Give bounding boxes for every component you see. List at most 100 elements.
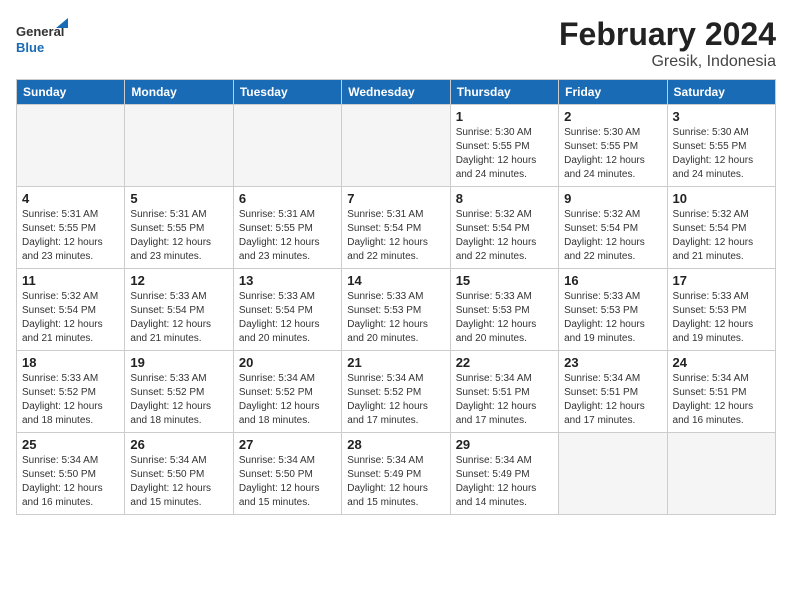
table-row: 5 Sunrise: 5:31 AMSunset: 5:55 PMDaylight…: [125, 187, 233, 269]
table-row: 26Sunrise: 5:34 AMSunset: 5:50 PMDayligh…: [125, 433, 233, 515]
col-friday: Friday: [559, 80, 667, 105]
table-row: [667, 433, 775, 515]
day-info: Sunrise: 5:34 AMSunset: 5:52 PMDaylight:…: [347, 372, 444, 428]
day-number: 18: [22, 355, 119, 370]
col-saturday: Saturday: [667, 80, 775, 105]
svg-text:Blue: Blue: [16, 40, 44, 55]
day-number: 16: [564, 273, 661, 288]
day-number: 15: [456, 273, 553, 288]
day-number: 4: [22, 191, 119, 206]
day-number: 2: [564, 109, 661, 124]
table-row: 14 Sunrise: 5:33 AMSunset: 5:53 PMDayligh…: [342, 269, 450, 351]
day-info: Sunrise: 5:31 AMSunset: 5:55 PMDaylight:…: [239, 208, 336, 264]
calendar-table: Sunday Monday Tuesday Wednesday Thursday…: [16, 79, 776, 515]
day-info: Sunrise: 5:34 AMSunset: 5:50 PMDaylight:…: [130, 454, 227, 510]
day-number: 6: [239, 191, 336, 206]
col-wednesday: Wednesday: [342, 80, 450, 105]
calendar-header-row: Sunday Monday Tuesday Wednesday Thursday…: [17, 80, 776, 105]
table-row: 3 Sunrise: 5:30 AMSunset: 5:55 PMDaylight…: [667, 105, 775, 187]
page-header: General Blue February 2024 Gresik, Indon…: [16, 16, 776, 71]
calendar-week-row: 25 Sunrise: 5:34 AMSunset: 5:50 PMDayligh…: [17, 433, 776, 515]
table-row: 7 Sunrise: 5:31 AMSunset: 5:54 PMDaylight…: [342, 187, 450, 269]
day-info: Sunrise: 5:33 AMSunset: 5:53 PMDaylight:…: [347, 290, 444, 346]
day-info: Sunrise: 5:32 AMSunset: 5:54 PMDaylight:…: [673, 208, 770, 264]
table-row: 8 Sunrise: 5:32 AMSunset: 5:54 PMDaylight…: [450, 187, 558, 269]
day-number: 21: [347, 355, 444, 370]
table-row: 21 Sunrise: 5:34 AMSunset: 5:52 PMDayligh…: [342, 351, 450, 433]
day-info: Sunrise: 5:33 AMSunset: 5:52 PMDaylight:…: [130, 372, 227, 428]
day-number: 23: [564, 355, 661, 370]
table-row: 28Sunrise: 5:34 AMSunset: 5:49 PMDayligh…: [342, 433, 450, 515]
col-sunday: Sunday: [17, 80, 125, 105]
day-info: Sunrise: 5:34 AMSunset: 5:49 PMDaylight:…: [347, 454, 444, 510]
day-number: 24: [673, 355, 770, 370]
day-info: Sunrise: 5:30 AMSunset: 5:55 PMDaylight:…: [564, 126, 661, 182]
day-info: Sunrise: 5:33 AMSunset: 5:52 PMDaylight:…: [22, 372, 119, 428]
title-block: February 2024 Gresik, Indonesia: [559, 16, 776, 71]
day-number: 9: [564, 191, 661, 206]
day-info: Sunrise: 5:31 AMSunset: 5:55 PMDaylight:…: [130, 208, 227, 264]
day-number: 13: [239, 273, 336, 288]
day-number: 7: [347, 191, 444, 206]
table-row: 20 Sunrise: 5:34 AMSunset: 5:52 PMDayligh…: [233, 351, 341, 433]
table-row: 10 Sunrise: 5:32 AMSunset: 5:54 PMDayligh…: [667, 187, 775, 269]
day-info: Sunrise: 5:34 AMSunset: 5:49 PMDaylight:…: [456, 454, 553, 510]
day-info: Sunrise: 5:34 AMSunset: 5:51 PMDaylight:…: [564, 372, 661, 428]
table-row: 9 Sunrise: 5:32 AMSunset: 5:54 PMDaylight…: [559, 187, 667, 269]
table-row: 27Sunrise: 5:34 AMSunset: 5:50 PMDayligh…: [233, 433, 341, 515]
day-info: Sunrise: 5:34 AMSunset: 5:50 PMDaylight:…: [22, 454, 119, 510]
day-number: 20: [239, 355, 336, 370]
calendar-week-row: 1 Sunrise: 5:30 AMSunset: 5:55 PMDaylight…: [17, 105, 776, 187]
day-info: Sunrise: 5:33 AMSunset: 5:53 PMDaylight:…: [456, 290, 553, 346]
table-row: 29 Sunrise: 5:34 AMSunset: 5:49 PMDayligh…: [450, 433, 558, 515]
calendar-week-row: 18 Sunrise: 5:33 AMSunset: 5:52 PMDayligh…: [17, 351, 776, 433]
table-row: [17, 105, 125, 187]
svg-text:General: General: [16, 24, 64, 39]
logo: General Blue: [16, 16, 76, 69]
day-number: 12: [130, 273, 227, 288]
col-thursday: Thursday: [450, 80, 558, 105]
day-number: 5: [130, 191, 227, 206]
day-number: 25: [22, 437, 119, 452]
table-row: 4 Sunrise: 5:31 AMSunset: 5:55 PMDaylight…: [17, 187, 125, 269]
table-row: [342, 105, 450, 187]
day-number: 14: [347, 273, 444, 288]
day-info: Sunrise: 5:32 AMSunset: 5:54 PMDaylight:…: [564, 208, 661, 264]
day-info: Sunrise: 5:34 AMSunset: 5:51 PMDaylight:…: [673, 372, 770, 428]
day-number: 11: [22, 273, 119, 288]
day-number: 27: [239, 437, 336, 452]
table-row: 22 Sunrise: 5:34 AMSunset: 5:51 PMDayligh…: [450, 351, 558, 433]
day-number: 8: [456, 191, 553, 206]
table-row: 2 Sunrise: 5:30 AMSunset: 5:55 PMDaylight…: [559, 105, 667, 187]
table-row: 17 Sunrise: 5:33 AMSunset: 5:53 PMDayligh…: [667, 269, 775, 351]
day-info: Sunrise: 5:34 AMSunset: 5:51 PMDaylight:…: [456, 372, 553, 428]
table-row: [125, 105, 233, 187]
day-number: 22: [456, 355, 553, 370]
table-row: 18 Sunrise: 5:33 AMSunset: 5:52 PMDayligh…: [17, 351, 125, 433]
table-row: 16Sunrise: 5:33 AMSunset: 5:53 PMDayligh…: [559, 269, 667, 351]
day-info: Sunrise: 5:30 AMSunset: 5:55 PMDaylight:…: [456, 126, 553, 182]
table-row: 19Sunrise: 5:33 AMSunset: 5:52 PMDayligh…: [125, 351, 233, 433]
day-number: 10: [673, 191, 770, 206]
day-number: 17: [673, 273, 770, 288]
day-info: Sunrise: 5:32 AMSunset: 5:54 PMDaylight:…: [456, 208, 553, 264]
day-info: Sunrise: 5:31 AMSunset: 5:54 PMDaylight:…: [347, 208, 444, 264]
table-row: 25 Sunrise: 5:34 AMSunset: 5:50 PMDayligh…: [17, 433, 125, 515]
day-number: 3: [673, 109, 770, 124]
logo-svg: General Blue: [16, 16, 76, 64]
calendar-week-row: 4 Sunrise: 5:31 AMSunset: 5:55 PMDaylight…: [17, 187, 776, 269]
table-row: 24 Sunrise: 5:34 AMSunset: 5:51 PMDayligh…: [667, 351, 775, 433]
day-info: Sunrise: 5:31 AMSunset: 5:55 PMDaylight:…: [22, 208, 119, 264]
table-row: 1 Sunrise: 5:30 AMSunset: 5:55 PMDaylight…: [450, 105, 558, 187]
calendar-subtitle: Gresik, Indonesia: [559, 53, 776, 71]
table-row: [559, 433, 667, 515]
day-info: Sunrise: 5:33 AMSunset: 5:54 PMDaylight:…: [239, 290, 336, 346]
day-number: 1: [456, 109, 553, 124]
day-info: Sunrise: 5:33 AMSunset: 5:53 PMDaylight:…: [673, 290, 770, 346]
table-row: 6 Sunrise: 5:31 AMSunset: 5:55 PMDaylight…: [233, 187, 341, 269]
day-info: Sunrise: 5:34 AMSunset: 5:52 PMDaylight:…: [239, 372, 336, 428]
day-info: Sunrise: 5:33 AMSunset: 5:54 PMDaylight:…: [130, 290, 227, 346]
day-info: Sunrise: 5:30 AMSunset: 5:55 PMDaylight:…: [673, 126, 770, 182]
day-number: 29: [456, 437, 553, 452]
col-monday: Monday: [125, 80, 233, 105]
